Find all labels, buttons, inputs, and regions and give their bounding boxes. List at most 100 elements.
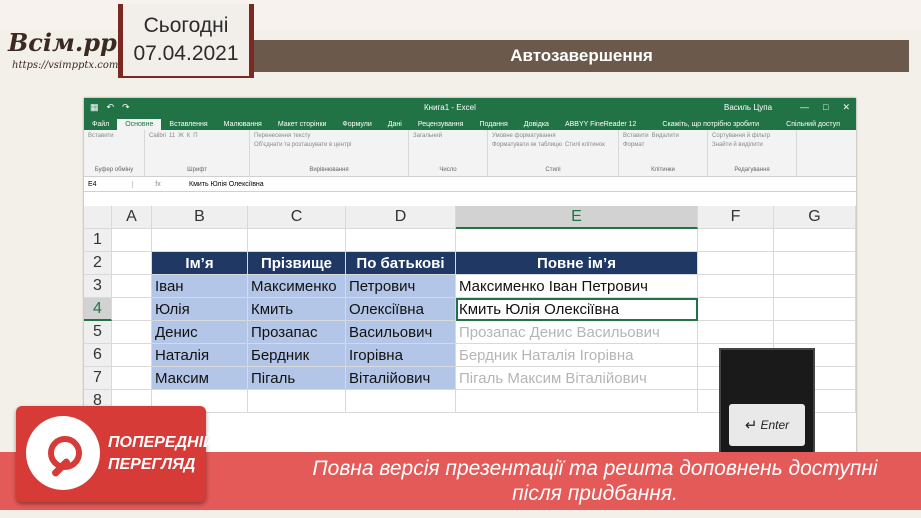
column-header[interactable]: F [698,206,774,229]
cell-C6[interactable]: Бердник [248,344,346,367]
column-header[interactable]: E [456,206,698,229]
row-header[interactable]: 5 [84,321,112,344]
cell-E7[interactable]: Пігаль Максим Віталійович [456,367,698,390]
ribbon-command[interactable]: Форматувати як таблицю [492,142,562,148]
row-header[interactable]: 7 [84,367,112,390]
cell-E5[interactable]: Прозапас Денис Васильович [456,321,698,344]
cell-D6[interactable]: Ігорівна [346,344,456,367]
user-name[interactable]: Василь Цупа [724,103,772,112]
ribbon-tab[interactable]: Рецензування [410,119,472,130]
column-header[interactable]: G [774,206,856,229]
ribbon-command[interactable]: Знайти й виділити [712,142,763,148]
cell-F1[interactable] [698,229,774,252]
close-icon[interactable]: ✕ [842,102,850,113]
ribbon-command[interactable]: Ж [178,133,184,139]
ribbon-command[interactable]: 11 [169,133,175,139]
ribbon-tab[interactable]: Файл [84,119,117,130]
cell-G3[interactable] [774,275,856,298]
cell-G1[interactable] [774,229,856,252]
share-button[interactable]: Спільний доступ [778,119,848,130]
cell-D4[interactable]: Олексіївна [346,298,456,321]
cell-G2[interactable] [774,252,856,275]
tell-me-input[interactable]: Скажіть, що потрібно зробити [654,119,767,130]
cell-G5[interactable] [774,321,856,344]
ribbon-tab[interactable]: Формули [334,119,379,130]
ribbon-command[interactable]: Перенесення тексту [254,133,310,139]
cell-B1[interactable] [152,229,248,252]
ribbon-command[interactable]: К [187,133,191,139]
ribbon-command[interactable]: Calibri [149,133,166,139]
maximize-icon[interactable]: □ [823,102,828,113]
minimize-icon[interactable]: — [800,102,809,113]
ribbon-command[interactable]: Вставити [623,133,649,139]
cell-E2[interactable]: Повне ім’я [456,252,698,275]
column-header[interactable]: C [248,206,346,229]
ribbon-tab[interactable]: Макет сторінки [270,119,335,130]
ribbon-tab[interactable]: Вставлення [161,119,215,130]
cell-E3[interactable]: Максименко Іван Петрович [456,275,698,298]
cell-A2[interactable] [112,252,152,275]
cell-E8[interactable] [456,390,698,413]
cell-B6[interactable]: Наталія [152,344,248,367]
redo-icon[interactable]: ↷ [122,102,130,113]
cell-A6[interactable] [112,344,152,367]
cell-A1[interactable] [112,229,152,252]
cell-D2[interactable]: По батькові [346,252,456,275]
preview-button[interactable]: ПОПЕРЕДНІЙ ПЕРЕГЛЯД [16,406,215,502]
cell-C7[interactable]: Пігаль [248,367,346,390]
ribbon-tab[interactable]: Подання [471,119,515,130]
name-box[interactable]: E4 [84,180,133,188]
save-icon[interactable]: ▦ [90,102,99,113]
ribbon-tab[interactable]: Малювання [216,119,270,130]
cell-B5[interactable]: Денис [152,321,248,344]
cell-B3[interactable]: Іван [152,275,248,298]
cell-D3[interactable]: Петрович [346,275,456,298]
cell-C1[interactable] [248,229,346,252]
cell-D7[interactable]: Віталійович [346,367,456,390]
cell-D5[interactable]: Васильович [346,321,456,344]
ribbon-command[interactable]: Вставити [88,133,114,139]
cell-A4[interactable] [112,298,152,321]
row-header[interactable]: 6 [84,344,112,367]
cell-D1[interactable] [346,229,456,252]
ribbon-command[interactable]: Об'єднати та розташувати в центрі [254,142,351,148]
ribbon-command[interactable]: П [193,133,197,139]
formula-input[interactable]: Кмить Юлія Олексіївна [183,181,264,188]
ribbon-command[interactable]: Видалити [652,133,679,139]
cell-C2[interactable]: Прізвище [248,252,346,275]
cell-C5[interactable]: Прозапас [248,321,346,344]
ribbon-tab[interactable]: Довідка [516,119,557,130]
select-all-corner[interactable] [84,206,112,229]
row-header[interactable]: 4 [84,298,112,321]
cell-F5[interactable] [698,321,774,344]
column-header[interactable]: D [346,206,456,229]
cell-A5[interactable] [112,321,152,344]
column-header[interactable]: A [112,206,152,229]
cell-B7[interactable]: Максим [152,367,248,390]
cell-F2[interactable] [698,252,774,275]
ribbon-command[interactable]: Сортування й фільтр [712,133,770,139]
column-header[interactable]: B [152,206,248,229]
ribbon-tab[interactable]: Основне [117,119,162,130]
cell-A3[interactable] [112,275,152,298]
cell-G4[interactable] [774,298,856,321]
row-header[interactable]: 1 [84,229,112,252]
cell-A7[interactable] [112,367,152,390]
cell-D8[interactable] [346,390,456,413]
cell-E6[interactable]: Бердник Наталія Ігорівна [456,344,698,367]
cell-F4[interactable] [698,298,774,321]
ribbon-tab[interactable]: ABBYY FineReader 12 [557,119,644,130]
cell-E1[interactable] [456,229,698,252]
cell-F3[interactable] [698,275,774,298]
ribbon-command[interactable]: Формат [623,142,644,148]
undo-icon[interactable]: ↶ [107,102,115,113]
cell-C3[interactable]: Максименко [248,275,346,298]
cell-E4[interactable]: Кмить Юлія Олексіївна [456,298,698,321]
cell-C8[interactable] [248,390,346,413]
ribbon-tab[interactable]: Дані [380,119,410,130]
cell-B4[interactable]: Юлія [152,298,248,321]
ribbon-command[interactable]: Загальний [413,133,442,139]
cell-C4[interactable]: Кмить [248,298,346,321]
row-header[interactable]: 2 [84,252,112,275]
ribbon-command[interactable]: Стилі клітинок [565,142,605,148]
